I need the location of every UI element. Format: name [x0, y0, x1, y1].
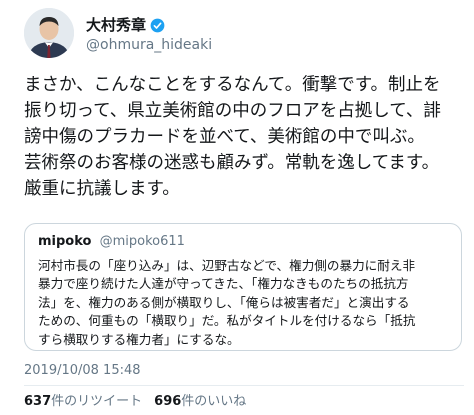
profile-photo-icon	[24, 8, 74, 58]
tweet-stats: 637件のリツイート 696件のいいね	[24, 393, 246, 411]
quoted-tweet[interactable]: mipoko @mipoko611 河村市長の「座り込み」は、辺野古などで、権力…	[24, 223, 462, 351]
quoted-tweet-text: 河村市長の「座り込み」は、辺野古などで、権力側の暴力に耐え非 暴力で座り続けた人…	[38, 258, 416, 347]
quoted-author-handle: @mipoko611	[99, 234, 185, 249]
like-label[interactable]: 件のいいね	[181, 394, 246, 409]
quoted-tweet-header: mipoko @mipoko611	[38, 233, 185, 250]
tweet-text: まさか、こんなことをするなんて。衝撃です。制止を 振り切って、県立美術館の中のフ…	[24, 75, 441, 199]
tweet-header: 大村秀章 @ohmura_hideaki	[24, 8, 464, 60]
author-handle[interactable]: @ohmura_hideaki	[86, 36, 212, 54]
author-row: 大村秀章	[86, 16, 165, 34]
retweet-count[interactable]: 637	[24, 394, 51, 409]
avatar[interactable]	[24, 8, 74, 58]
tweet-timestamp[interactable]: 2019/10/08 15:48	[24, 363, 141, 379]
like-count[interactable]: 696	[154, 394, 181, 409]
verified-badge-icon	[150, 18, 165, 32]
author-name[interactable]: 大村秀章	[86, 16, 146, 34]
retweet-label[interactable]: 件のリツイート	[51, 394, 142, 409]
divider	[24, 385, 464, 386]
quoted-author-name: mipoko	[38, 234, 92, 249]
